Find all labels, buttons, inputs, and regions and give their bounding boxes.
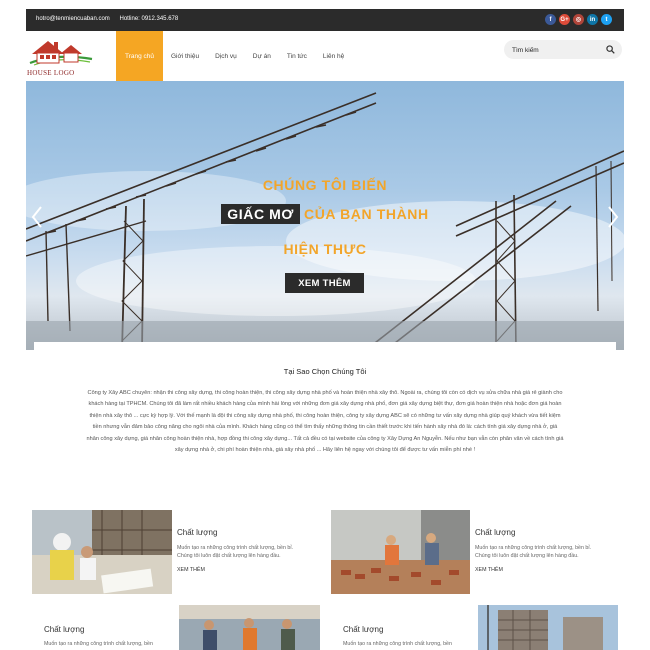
- card-title: Chất lượng: [475, 528, 516, 537]
- site-header: HOUSE LOGO Trang chủ Giới thiệu Dịch vụ …: [26, 31, 624, 81]
- card-title: Chất lượng: [44, 625, 85, 634]
- card-description: Muốn tạo ra những công trình chất lượng,…: [44, 641, 153, 647]
- card-image[interactable]: [331, 510, 470, 594]
- hero-line-3: HIỆN THỰC: [283, 241, 367, 257]
- twitter-icon[interactable]: t: [601, 14, 612, 25]
- card-read-more-link[interactable]: XEM THÊM: [475, 567, 503, 573]
- feature-card: Chất lượng Muốn tạo ra những công trình …: [32, 605, 322, 650]
- feature-card: Chất lượng Muốn tạo ra những công trình …: [32, 509, 312, 594]
- hero-highlight: GIẤC MƠ: [221, 204, 300, 224]
- logo-text: HOUSE LOGO: [27, 69, 75, 77]
- card-title: Chất lượng: [343, 625, 384, 634]
- card-image[interactable]: [478, 605, 618, 650]
- nav-item-home[interactable]: Trang chủ: [116, 31, 163, 81]
- contact-info: hotro@tenmiencuaban.com Hotline: 0912.34…: [36, 16, 186, 22]
- email-link[interactable]: hotro@tenmiencuaban.com: [36, 16, 110, 22]
- next-slide-icon[interactable]: [606, 205, 620, 229]
- search-input[interactable]: [510, 43, 604, 57]
- search-icon[interactable]: [606, 45, 615, 54]
- house-logo-icon: [29, 41, 93, 66]
- linkedin-icon[interactable]: in: [587, 14, 598, 25]
- card-description: Muốn tạo ra những công trình chất lượng,…: [343, 641, 452, 647]
- page: hotro@tenmiencuaban.com Hotline: 0912.34…: [0, 0, 650, 650]
- search-box: [504, 40, 622, 59]
- google-plus-icon[interactable]: G+: [559, 14, 570, 25]
- nav-item-contact[interactable]: Liên hệ: [315, 31, 352, 81]
- card-description: Muốn tạo ra những công trình chất lượng,…: [475, 545, 591, 559]
- why-choose-us-section: Tại Sao Chọn Chúng Tôi Công ty Xây ABC c…: [34, 342, 616, 502]
- hero-line-1: CHÚNG TÔI BIẾN: [262, 177, 388, 193]
- feature-card: Chất lượng Muốn tạo ra những công trình …: [331, 605, 621, 650]
- prev-slide-icon[interactable]: [30, 205, 44, 229]
- nav-item-projects[interactable]: Dự án: [245, 31, 279, 81]
- facebook-icon[interactable]: f: [545, 14, 556, 25]
- social-links: f G+ ◎ in t: [545, 14, 612, 25]
- hero-slider: CHÚNG TÔI BIẾN GIẤC MƠ CỦA BẠN THÀNH HIỆN…: [26, 81, 624, 350]
- section-title: Tại Sao Chọn Chúng Tôi: [283, 367, 367, 376]
- card-title: Chất lượng: [177, 528, 218, 537]
- card-image[interactable]: [32, 510, 172, 594]
- card-read-more-link[interactable]: XEM THÊM: [177, 567, 205, 573]
- nav-item-news[interactable]: Tin tức: [279, 31, 315, 81]
- card-image[interactable]: [179, 605, 320, 650]
- hotline-text[interactable]: Hotline: 0912.345.678: [119, 16, 178, 22]
- hero-line-2: GIẤC MƠ CỦA BẠN THÀNH: [26, 204, 624, 224]
- main-nav: Trang chủ Giới thiệu Dịch vụ Dự án Tin t…: [116, 31, 352, 81]
- instagram-icon[interactable]: ◎: [573, 14, 584, 25]
- nav-item-services[interactable]: Dịch vụ: [207, 31, 245, 81]
- feature-card: Chất lượng Muốn tạo ra những công trình …: [331, 509, 611, 594]
- card-description: Muốn tạo ra những công trình chất lượng,…: [177, 545, 293, 559]
- top-bar: hotro@tenmiencuaban.com Hotline: 0912.34…: [26, 9, 624, 31]
- section-intro-text: Công ty Xây ABC chuyên: nhận thi công xâ…: [86, 390, 564, 454]
- site-logo[interactable]: HOUSE LOGO: [26, 35, 96, 79]
- nav-item-about[interactable]: Giới thiệu: [163, 31, 207, 81]
- hero-line-2-rest: CỦA BẠN THÀNH: [303, 206, 429, 222]
- hero-cta-button[interactable]: XEM THÊM: [285, 273, 364, 293]
